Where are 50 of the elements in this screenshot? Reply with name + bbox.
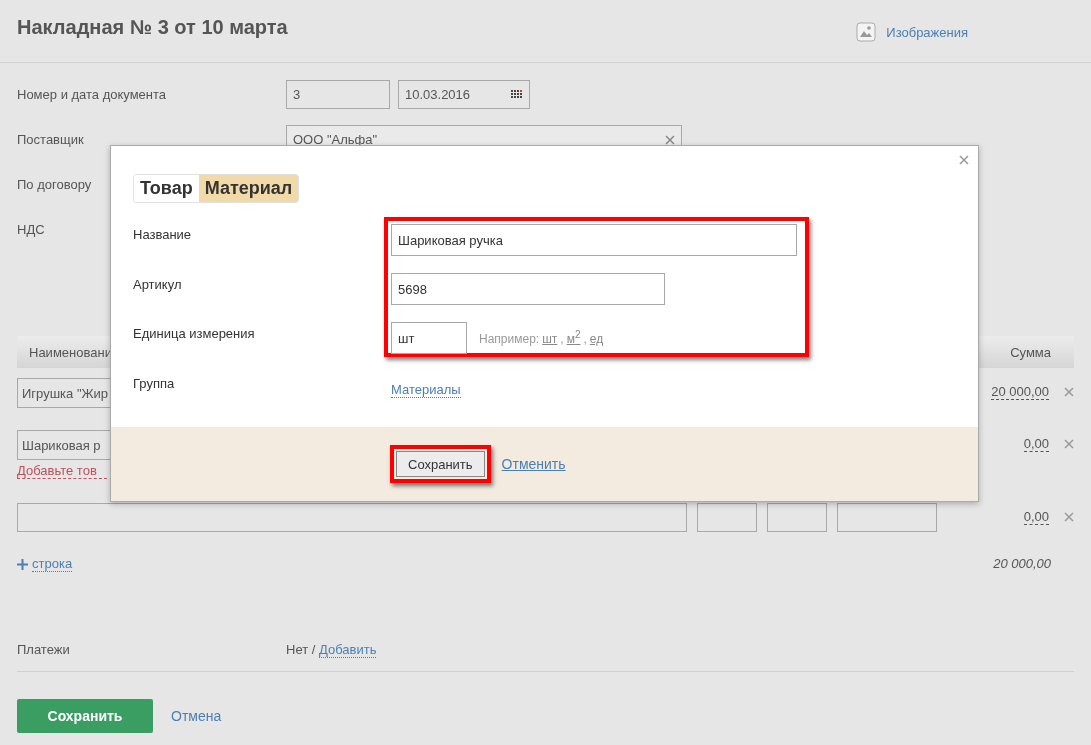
cancel-link[interactable]: Отменить bbox=[501, 456, 566, 472]
remove-icon[interactable] bbox=[1064, 512, 1074, 522]
remove-icon[interactable] bbox=[1064, 387, 1074, 397]
remove-icon[interactable] bbox=[1064, 439, 1074, 449]
total-sum: 20 000,00 bbox=[993, 556, 1051, 572]
plus-icon bbox=[17, 558, 28, 570]
clear-icon[interactable] bbox=[665, 134, 675, 145]
save-button[interactable]: Сохранить bbox=[17, 699, 153, 733]
image-icon bbox=[856, 22, 877, 42]
unit-field[interactable] bbox=[767, 503, 827, 532]
sum-link[interactable]: 20 000,00 bbox=[991, 384, 1049, 400]
page-title: Накладная № 3 от 10 марта bbox=[17, 16, 288, 39]
example-link[interactable]: м$^{2}$ bbox=[566, 329, 581, 346]
number-field[interactable]: 3 bbox=[286, 80, 390, 109]
field-label: Платежи bbox=[17, 641, 70, 657]
add-item-link[interactable]: Добавьте тов bbox=[17, 463, 107, 479]
cancel-link[interactable]: Отмена bbox=[171, 708, 222, 724]
column-header: Наименовани bbox=[29, 344, 112, 360]
field-label: Единица измерения bbox=[133, 325, 255, 343]
images-link[interactable]: Изображения bbox=[856, 22, 968, 42]
field-label: Группа bbox=[133, 374, 175, 393]
sum-link[interactable]: 0,00 bbox=[1023, 509, 1049, 525]
column-header: Сумма bbox=[1010, 344, 1051, 360]
text-field[interactable]: Шариковая ручка bbox=[391, 224, 797, 256]
add-payment-link[interactable]: Добавить bbox=[319, 642, 377, 658]
hint-text: Например: bbox=[479, 332, 540, 346]
item-name-field[interactable] bbox=[17, 503, 687, 532]
sum-link[interactable]: 0,00 bbox=[1023, 436, 1049, 452]
add-row-link[interactable]: строка bbox=[17, 556, 73, 572]
field-label: Название bbox=[133, 226, 192, 244]
separator-text: , bbox=[583, 332, 587, 346]
save-button[interactable]: Сохранить bbox=[396, 451, 485, 477]
field-label: НДС bbox=[17, 221, 45, 237]
tab[interactable]: Материал bbox=[198, 175, 299, 202]
example-link[interactable]: ед bbox=[589, 332, 604, 346]
date-field[interactable]: 10.03.2016 bbox=[398, 80, 530, 109]
price-field[interactable] bbox=[837, 503, 937, 532]
quantity-field[interactable] bbox=[697, 503, 757, 532]
field-label: Номер и дата документа bbox=[17, 86, 167, 102]
field-label: Артикул bbox=[133, 275, 182, 294]
text-field[interactable]: 5698 bbox=[391, 273, 665, 305]
calendar-icon bbox=[511, 90, 523, 99]
field-label: Поставщик bbox=[17, 131, 84, 147]
group-link[interactable]: Материалы bbox=[391, 382, 461, 398]
separator-text: , bbox=[560, 332, 564, 346]
example-link[interactable]: шт bbox=[542, 332, 558, 346]
field-label: По договору bbox=[17, 176, 92, 192]
payments-value: Нет / bbox=[286, 642, 316, 657]
close-icon[interactable] bbox=[959, 155, 969, 165]
unit-field[interactable]: шт bbox=[391, 322, 467, 354]
